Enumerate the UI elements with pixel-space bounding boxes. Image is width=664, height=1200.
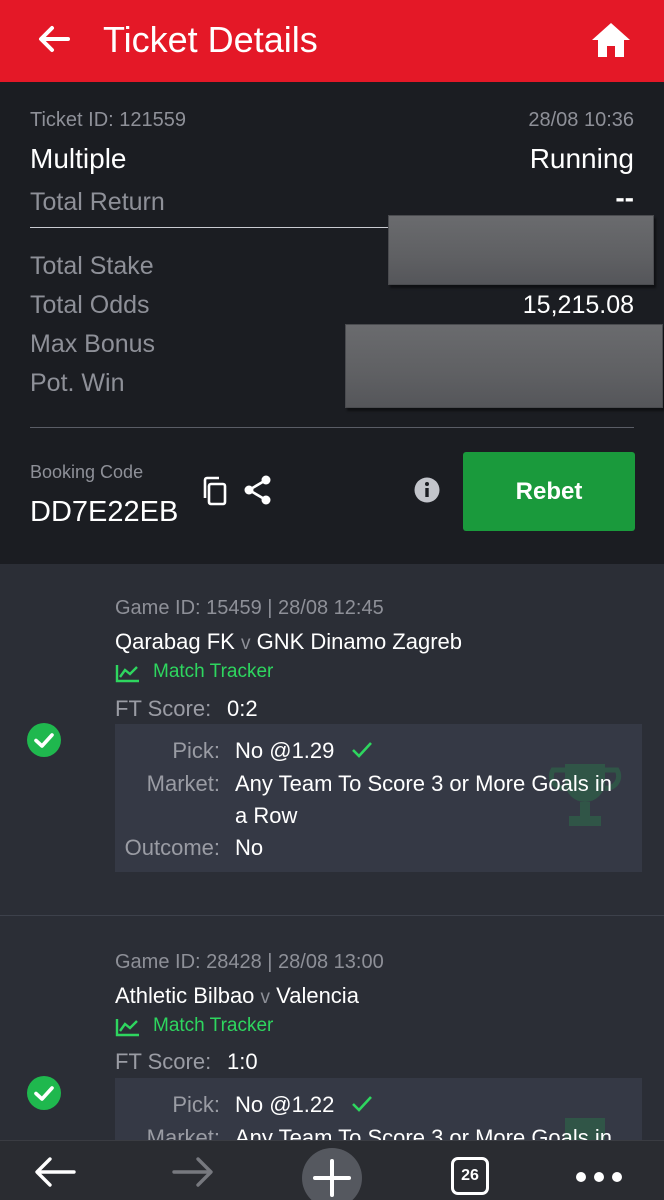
ticket-datetime: 28/08 10:36 (528, 109, 634, 131)
market-label: Market: (146, 771, 220, 796)
chart-icon (115, 665, 139, 683)
rebet-button[interactable]: Rebet (463, 452, 635, 531)
market-value-line1: Any Team To Score 3 or More Goals in (235, 1125, 613, 1140)
outcome-value: No (235, 835, 264, 860)
browser-toolbar: 26 (0, 1140, 664, 1200)
new-tab-icon[interactable] (301, 1147, 363, 1200)
market-label: Market: (146, 1125, 220, 1140)
match-tracker-link[interactable]: Match Tracker (115, 661, 273, 683)
chart-icon (115, 1019, 139, 1037)
ticket-id: Ticket ID: 121559 (30, 109, 187, 131)
home-team: Qarabag FK (115, 629, 235, 654)
checkmark-icon (352, 1096, 372, 1112)
checkmark-icon (352, 742, 372, 758)
booking-code: DD7E22EB (30, 496, 179, 528)
max-bonus-label: Max Bonus (30, 330, 156, 358)
tabs-count-button[interactable]: 26 (451, 1157, 489, 1195)
match-tracker-label: Match Tracker (153, 661, 274, 682)
pick-value: No @1.22 (235, 1092, 335, 1117)
booking-code-label: Booking Code (30, 462, 144, 482)
pick-label: Pick: (172, 1092, 220, 1117)
ft-score-value: 0:2 (227, 696, 258, 721)
share-icon[interactable] (242, 474, 274, 506)
total-return-label: Total Return (30, 188, 165, 216)
ticket-status: Running (529, 143, 634, 174)
page-title: Ticket Details (103, 19, 318, 60)
redaction-block (345, 324, 663, 408)
game-id: Game ID: 15459 | 28/08 12:45 (115, 597, 384, 619)
match-teams[interactable]: Qarabag FK v GNK Dinamo Zagreb (115, 629, 462, 655)
match-tracker-label: Match Tracker (153, 1015, 274, 1036)
copy-icon[interactable] (200, 475, 230, 507)
market-value-line1: Any Team To Score 3 or More Goals in (235, 771, 613, 796)
pick-details: Pick: No @1.22 Market: Any Team To Score… (115, 1078, 642, 1140)
forward-arrow-icon[interactable] (170, 1155, 216, 1189)
bet-type: Multiple (30, 143, 127, 174)
divider (30, 427, 634, 428)
divider (30, 227, 390, 228)
market-value-line2: a Row (235, 803, 298, 828)
total-odds-label: Total Odds (30, 291, 150, 319)
redaction-block (388, 215, 654, 285)
back-arrow-icon[interactable] (34, 19, 74, 59)
pot-win-label: Pot. Win (30, 369, 125, 397)
divider (0, 915, 664, 916)
versus-label: v (260, 987, 271, 1008)
pick-details: Pick: No @1.29 Market: Any Team To Score… (115, 724, 642, 872)
ft-score-label: FT Score: (115, 696, 212, 721)
pick-value: No @1.29 (235, 738, 335, 763)
outcome-label: Outcome: (124, 835, 220, 860)
game-id: Game ID: 28428 | 28/08 13:00 (115, 951, 384, 973)
home-team: Athletic Bilbao (115, 983, 255, 1008)
more-options-icon[interactable] (574, 1169, 624, 1185)
app-bar: Ticket Details (0, 0, 664, 82)
won-check-icon (27, 723, 61, 757)
ft-score-label: FT Score: (115, 1049, 212, 1074)
total-stake-label: Total Stake (30, 252, 154, 280)
info-icon[interactable] (414, 477, 440, 503)
away-team: Valencia (276, 983, 359, 1008)
versus-label: v (240, 633, 251, 654)
pick-label: Pick: (172, 738, 220, 763)
tabs-count: 26 (461, 1167, 479, 1184)
away-team: GNK Dinamo Zagreb (256, 629, 463, 654)
total-odds-value: 15,215.08 (522, 291, 634, 319)
match-teams[interactable]: Athletic Bilbao v Valencia (115, 983, 359, 1009)
back-arrow-icon[interactable] (32, 1155, 78, 1189)
won-check-icon (27, 1076, 61, 1110)
total-return-value: -- (615, 182, 634, 213)
home-icon[interactable] (590, 20, 632, 60)
match-tracker-link[interactable]: Match Tracker (115, 1015, 273, 1037)
ft-score-value: 1:0 (227, 1049, 258, 1074)
